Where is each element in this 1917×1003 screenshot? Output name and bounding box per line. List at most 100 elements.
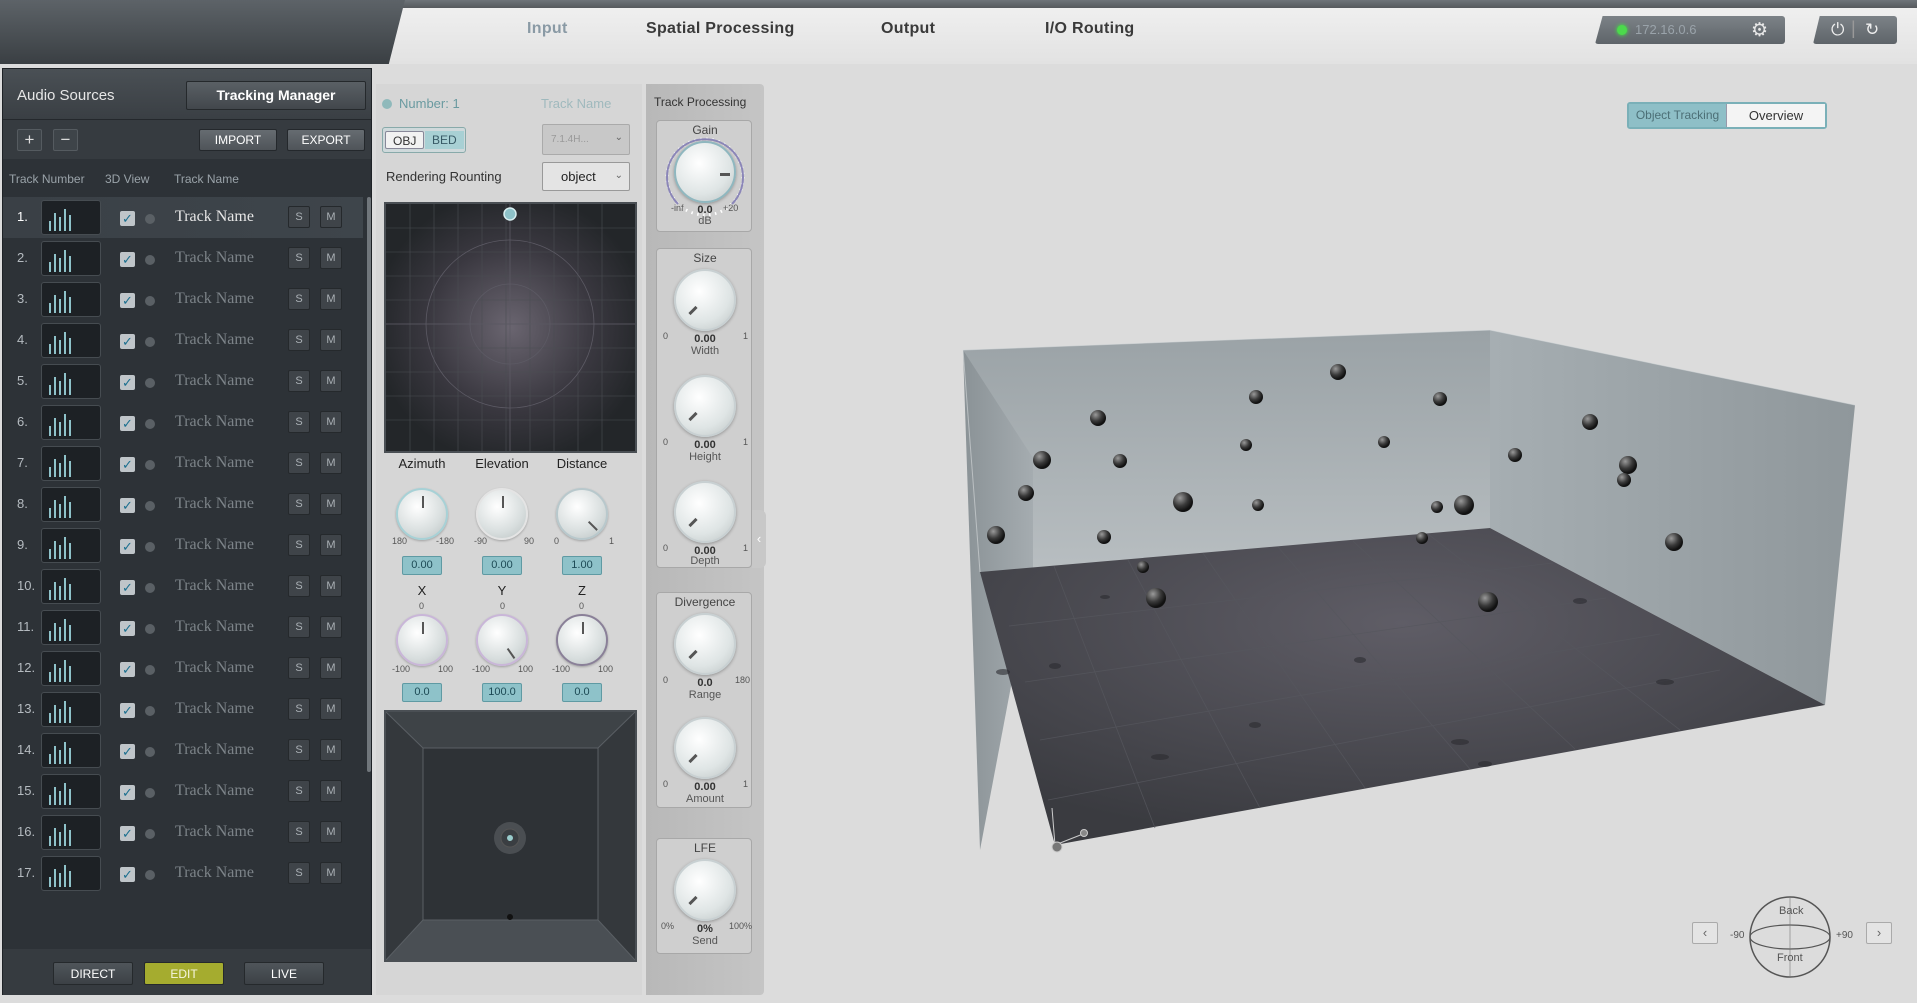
3d-view-checkbox[interactable]: ✓ [120, 211, 135, 226]
solo-button[interactable]: S [288, 329, 310, 351]
rendering-routing-select[interactable]: object ⌄ [542, 162, 630, 191]
track-row[interactable]: 10. ✓ Track Name S M [3, 566, 363, 607]
track-row[interactable]: 2. ✓ Track Name S M [3, 238, 363, 279]
collapse-panel-icon[interactable]: ‹ [752, 510, 766, 568]
solo-button[interactable]: S [288, 780, 310, 802]
tab-input[interactable]: Input [527, 20, 568, 38]
3d-view-checkbox[interactable]: ✓ [120, 334, 135, 349]
height-knob[interactable] [674, 375, 736, 437]
distance-value[interactable]: 1.00 [562, 556, 602, 575]
3d-view-checkbox[interactable]: ✓ [120, 662, 135, 677]
gear-icon[interactable]: ⚙ [1751, 19, 1768, 42]
mute-button[interactable]: M [320, 616, 342, 638]
mute-button[interactable]: M [320, 329, 342, 351]
mute-button[interactable]: M [320, 206, 342, 228]
3d-view-checkbox[interactable]: ✓ [120, 498, 135, 513]
mute-button[interactable]: M [320, 575, 342, 597]
track-row[interactable]: 9. ✓ Track Name S M [3, 525, 363, 566]
track-row[interactable]: 14. ✓ Track Name S M [3, 730, 363, 771]
track-name[interactable]: Track Name [175, 208, 254, 226]
direct-mode-button[interactable]: DIRECT [53, 962, 133, 985]
solo-button[interactable]: S [288, 247, 310, 269]
export-button[interactable]: EXPORT [287, 129, 365, 151]
mute-button[interactable]: M [320, 411, 342, 433]
3d-view-checkbox[interactable]: ✓ [120, 703, 135, 718]
mute-button[interactable]: M [320, 493, 342, 515]
3d-view-checkbox[interactable]: ✓ [120, 457, 135, 472]
track-row[interactable]: 12. ✓ Track Name S M [3, 648, 363, 689]
refresh-icon[interactable]: ↻ [1865, 20, 1879, 40]
amount-knob[interactable] [674, 717, 736, 779]
3d-room-view[interactable] [940, 300, 1870, 880]
tab-io-routing[interactable]: I/O Routing [1045, 20, 1135, 38]
track-name[interactable]: Track Name [175, 536, 254, 554]
add-track-button[interactable]: + [17, 129, 42, 151]
panner-grid[interactable] [384, 202, 637, 453]
track-row[interactable]: 7. ✓ Track Name S M [3, 443, 363, 484]
track-name[interactable]: Track Name [175, 864, 254, 882]
track-row[interactable]: 15. ✓ Track Name S M [3, 771, 363, 812]
mute-button[interactable]: M [320, 534, 342, 556]
3d-view-checkbox[interactable]: ✓ [120, 252, 135, 267]
track-name[interactable]: Track Name [175, 823, 254, 841]
track-row[interactable]: 3. ✓ Track Name S M [3, 279, 363, 320]
depth-knob[interactable] [674, 481, 736, 543]
solo-button[interactable]: S [288, 370, 310, 392]
edit-mode-button[interactable]: EDIT [144, 962, 224, 985]
elevation-knob[interactable] [476, 488, 528, 540]
orientation-gizmo[interactable]: Back Front -90 +90 [1690, 892, 1890, 982]
track-name[interactable]: Track Name [175, 454, 254, 472]
track-row[interactable]: 6. ✓ Track Name S M [3, 402, 363, 443]
solo-button[interactable]: S [288, 657, 310, 679]
track-name[interactable]: Track Name [175, 741, 254, 759]
power-icon[interactable]: ⏻ [1831, 20, 1844, 40]
track-name[interactable]: Track Name [175, 413, 254, 431]
3d-view-checkbox[interactable]: ✓ [120, 826, 135, 841]
solo-button[interactable]: S [288, 288, 310, 310]
track-name[interactable]: Track Name [175, 372, 254, 390]
solo-button[interactable]: S [288, 411, 310, 433]
solo-button[interactable]: S [288, 534, 310, 556]
bed-format-select[interactable]: 7.1.4H... ⌄ [542, 124, 630, 155]
object-tracking-tab[interactable]: Object Tracking [1629, 104, 1726, 127]
3d-view-checkbox[interactable]: ✓ [120, 785, 135, 800]
bed-toggle[interactable]: BED [425, 131, 464, 149]
track-name[interactable]: Track Name [175, 249, 254, 267]
3d-view-checkbox[interactable]: ✓ [120, 867, 135, 882]
3d-view-checkbox[interactable]: ✓ [120, 621, 135, 636]
azimuth-value[interactable]: 0.00 [402, 556, 442, 575]
3d-view-checkbox[interactable]: ✓ [120, 744, 135, 759]
x-value[interactable]: 0.0 [402, 683, 442, 702]
track-name[interactable]: Track Name [175, 290, 254, 308]
range-knob[interactable] [674, 613, 736, 675]
z-value[interactable]: 0.0 [562, 683, 602, 702]
track-row[interactable]: 16. ✓ Track Name S M [3, 812, 363, 853]
width-knob[interactable] [674, 269, 736, 331]
import-button[interactable]: IMPORT [199, 129, 277, 151]
track-row[interactable]: 1. ✓ Track Name S M [3, 197, 363, 238]
track-row[interactable]: 11. ✓ Track Name S M [3, 607, 363, 648]
3d-view-checkbox[interactable]: ✓ [120, 293, 135, 308]
mute-button[interactable]: M [320, 370, 342, 392]
solo-button[interactable]: S [288, 739, 310, 761]
elevation-value[interactable]: 0.00 [482, 556, 522, 575]
mute-button[interactable]: M [320, 698, 342, 720]
mute-button[interactable]: M [320, 247, 342, 269]
track-list-scrollbar[interactable] [367, 197, 371, 772]
y-value[interactable]: 100.0 [482, 683, 522, 702]
mute-button[interactable]: M [320, 739, 342, 761]
3d-view-checkbox[interactable]: ✓ [120, 539, 135, 554]
tracking-manager-button[interactable]: Tracking Manager [186, 81, 366, 110]
3d-view-checkbox[interactable]: ✓ [120, 416, 135, 431]
solo-button[interactable]: S [288, 821, 310, 843]
lfe-send-knob[interactable] [674, 859, 736, 921]
mute-button[interactable]: M [320, 821, 342, 843]
mute-button[interactable]: M [320, 452, 342, 474]
live-mode-button[interactable]: LIVE [244, 962, 324, 985]
obj-toggle[interactable]: OBJ [385, 131, 425, 149]
solo-button[interactable]: S [288, 698, 310, 720]
remove-track-button[interactable]: − [53, 129, 78, 151]
solo-button[interactable]: S [288, 616, 310, 638]
track-name[interactable]: Track Name [175, 331, 254, 349]
track-name[interactable]: Track Name [175, 495, 254, 513]
